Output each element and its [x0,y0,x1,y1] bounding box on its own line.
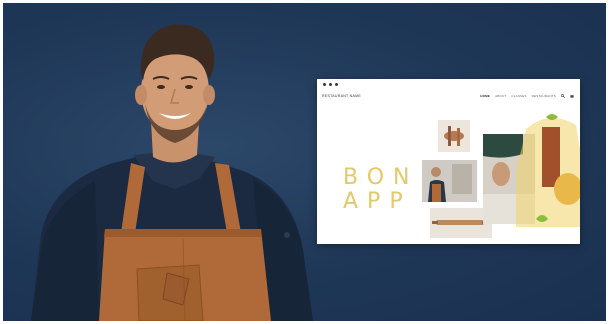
nav-item-home[interactable]: HOME [480,94,490,98]
nav-item-classes[interactable]: CLASSES [511,94,526,98]
window-dot-icon [335,83,338,86]
browser-toolbar [317,79,580,91]
photo-bread [516,109,580,227]
nav-item-restaurants[interactable]: RESTAURANTS [532,94,556,98]
nav-item-about[interactable]: ABOUT [495,94,506,98]
website-preview: RESTAURANT NAME HOME ABOUT CLASSES RESTA… [317,79,580,244]
site-header: RESTAURANT NAME HOME ABOUT CLASSES RESTA… [317,92,580,102]
site-nav: HOME ABOUT CLASSES RESTAURANTS [480,94,574,98]
chef-photo [31,24,313,321]
window-dot-icon [329,83,332,86]
hero-headline-line-2: APP [343,189,412,214]
search-icon[interactable] [561,94,565,98]
site-logo[interactable]: RESTAURANT NAME [322,94,361,98]
photo-chef-kitchen [422,160,477,202]
cart-icon[interactable] [570,94,574,98]
hero-headline-line-1: BON [343,165,419,190]
window-dot-icon [323,83,326,86]
hero-banner: RESTAURANT NAME HOME ABOUT CLASSES RESTA… [3,3,606,321]
photo-utensils [438,120,470,152]
